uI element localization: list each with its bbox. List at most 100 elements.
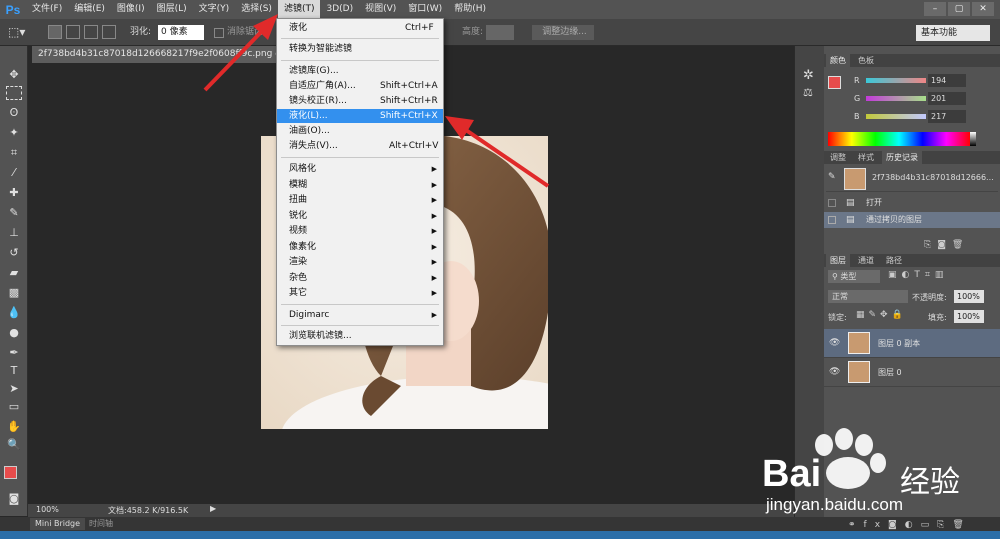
tab-swatches[interactable]: 色板 <box>854 54 878 67</box>
intersect-selection-icon[interactable] <box>102 25 116 39</box>
tab-mini-bridge[interactable]: Mini Bridge <box>30 518 86 530</box>
channel-g-slider[interactable] <box>866 96 926 101</box>
tab-layers[interactable]: 图层 <box>826 254 850 267</box>
menu-filter[interactable]: 滤镜(T) <box>277 0 321 19</box>
subtract-selection-icon[interactable] <box>84 25 98 39</box>
zoom-tool-icon[interactable]: 🔍 <box>6 438 22 452</box>
menu-item-other[interactable]: 其它 ▶ <box>277 286 443 300</box>
layer-filter-icons[interactable]: ▣◐T⌗▥ <box>888 270 948 280</box>
channel-r-slider[interactable] <box>866 78 926 83</box>
blur-tool-icon[interactable]: 💧 <box>6 306 22 320</box>
menu-edit[interactable]: 编辑(E) <box>68 0 111 19</box>
marquee-tool-icon[interactable] <box>6 86 22 100</box>
menu-item-lens-correction[interactable]: 镜头校正(R)... Shift+Ctrl+R <box>277 94 443 108</box>
document-tab[interactable]: 2f738bd4b31c87018d126668217f9e2f0608ff9c… <box>32 46 277 63</box>
gradient-icon[interactable]: ▩ <box>6 286 22 300</box>
healing-brush-icon[interactable]: ✚ <box>6 186 22 200</box>
menu-item-vanishing-point[interactable]: 消失点(V)... Alt+Ctrl+V <box>277 139 443 153</box>
zoom-level[interactable]: 100% <box>36 505 59 514</box>
eraser-icon[interactable]: ▰ <box>6 266 22 280</box>
menu-select[interactable]: 选择(S) <box>235 0 278 19</box>
eye-icon[interactable]: 👁 <box>829 329 840 358</box>
pen-tool-icon[interactable]: ✒ <box>6 346 22 360</box>
history-snapshot[interactable]: ✎ 2f738bd4b31c87018d12666... <box>826 166 998 192</box>
menu-item-browse-filters[interactable]: 浏览联机滤镜... <box>277 329 443 343</box>
color-spectrum-bw[interactable] <box>970 132 976 146</box>
brush-preset-icon[interactable]: ⚖ <box>803 86 813 99</box>
menu-item-smart-filter[interactable]: 转换为智能滤镜 <box>277 42 443 56</box>
layer-row-copy[interactable]: 👁 图层 0 副本 <box>824 329 1000 358</box>
type-tool-icon[interactable]: T <box>6 364 22 378</box>
clone-stamp-icon[interactable]: ⊥ <box>6 226 22 240</box>
new-selection-icon[interactable] <box>48 25 62 39</box>
menu-item-distort[interactable]: 扭曲 ▶ <box>277 193 443 207</box>
menu-file[interactable]: 文件(F) <box>26 0 68 19</box>
menu-3d[interactable]: 3D(D) <box>320 0 359 19</box>
height-field[interactable] <box>486 25 514 40</box>
channel-b-value[interactable]: 217 <box>928 110 966 123</box>
menu-view[interactable]: 视图(V) <box>359 0 402 19</box>
menu-item-liquify[interactable]: 液化(L)... Shift+Ctrl+X <box>277 109 443 123</box>
channel-r-value[interactable]: 194 <box>928 74 966 87</box>
tab-adjustments[interactable]: 调整 <box>826 151 850 164</box>
menu-window[interactable]: 窗口(W) <box>402 0 448 19</box>
history-item-open[interactable]: ▤ 打开 <box>824 195 1000 211</box>
layer-filter-select[interactable]: ⚲ 类型 <box>828 270 880 283</box>
menu-item-render[interactable]: 渲染 ▶ <box>277 255 443 269</box>
quick-mask-icon[interactable]: ◙ <box>6 492 22 506</box>
shape-tool-icon[interactable]: ▭ <box>6 400 22 414</box>
menu-item-noise[interactable]: 杂色 ▶ <box>277 271 443 285</box>
tab-channels[interactable]: 通道 <box>854 254 878 267</box>
menu-item-sharpen[interactable]: 锐化 ▶ <box>277 209 443 223</box>
path-select-icon[interactable]: ➤ <box>6 382 22 396</box>
foreground-color-swatch[interactable] <box>4 466 17 479</box>
menu-item-blur[interactable]: 模糊 ▶ <box>277 178 443 192</box>
tab-timeline[interactable]: 时间轴 <box>84 518 118 530</box>
layer-row-base[interactable]: 👁 图层 0 <box>824 358 1000 387</box>
tab-color[interactable]: 颜色 <box>826 54 850 67</box>
menu-type[interactable]: 文字(Y) <box>193 0 236 19</box>
color-spectrum[interactable] <box>828 132 970 146</box>
history-brush-icon[interactable]: ↺ <box>6 246 22 260</box>
navigator-icon[interactable]: ✲ <box>803 68 814 83</box>
history-item-layer-via-copy[interactable]: ▤ 通过拷贝的图层 <box>824 212 1000 228</box>
antialias-checkbox[interactable] <box>214 28 224 38</box>
menu-help[interactable]: 帮助(H) <box>448 0 492 19</box>
refine-edge-button[interactable]: 调整边缘... <box>532 25 594 40</box>
menu-item-pixelate[interactable]: 像素化 ▶ <box>277 240 443 254</box>
history-checkbox[interactable] <box>828 199 836 207</box>
menu-item-filter-gallery[interactable]: 滤镜库(G)... <box>277 64 443 78</box>
history-checkbox[interactable] <box>828 216 836 224</box>
menu-item-digimarc[interactable]: Digimarc ▶ <box>277 308 443 322</box>
channel-g-value[interactable]: 201 <box>928 92 966 105</box>
opacity-field[interactable]: 100% <box>954 290 984 303</box>
dodge-tool-icon[interactable]: ● <box>6 326 22 340</box>
marquee-preset-icon[interactable]: ⬚▾ <box>8 24 25 41</box>
move-tool-icon[interactable]: ✥ <box>6 68 22 82</box>
fill-field[interactable]: 100% <box>954 310 984 323</box>
add-selection-icon[interactable] <box>66 25 80 39</box>
blend-mode-select[interactable]: 正常 <box>828 290 908 303</box>
tab-paths[interactable]: 路径 <box>882 254 906 267</box>
status-menu-arrow-icon[interactable]: ▶ <box>210 504 216 513</box>
feather-field[interactable]: 0 像素 <box>158 25 204 40</box>
color-fg-swatch[interactable] <box>828 76 841 89</box>
maximize-button[interactable]: ▢ <box>948 2 970 16</box>
minimize-button[interactable]: – <box>924 2 946 16</box>
lasso-tool-icon[interactable]: ʘ <box>6 106 22 120</box>
eyedropper-icon[interactable]: ⁄ <box>6 166 22 180</box>
menu-item-stylize[interactable]: 风格化 ▶ <box>277 162 443 176</box>
channel-b-slider[interactable] <box>866 114 926 119</box>
close-button[interactable]: ✕ <box>972 2 994 16</box>
crop-tool-icon[interactable]: ⌗ <box>6 146 22 160</box>
eye-icon[interactable]: 👁 <box>829 358 840 387</box>
brush-tool-icon[interactable]: ✎ <box>6 206 22 220</box>
menu-image[interactable]: 图像(I) <box>111 0 151 19</box>
menu-item-last-filter[interactable]: 液化 Ctrl+F <box>277 21 443 35</box>
hand-tool-icon[interactable]: ✋ <box>6 420 22 434</box>
history-footer-icons[interactable]: ⎘◙🗑 <box>924 240 969 250</box>
menu-item-oil-paint[interactable]: 油画(O)... <box>277 124 443 138</box>
tab-history[interactable]: 历史记录 <box>882 151 922 164</box>
tab-styles[interactable]: 样式 <box>854 151 878 164</box>
menu-item-adaptive-wide-angle[interactable]: 自适应广角(A)... Shift+Ctrl+A <box>277 79 443 93</box>
